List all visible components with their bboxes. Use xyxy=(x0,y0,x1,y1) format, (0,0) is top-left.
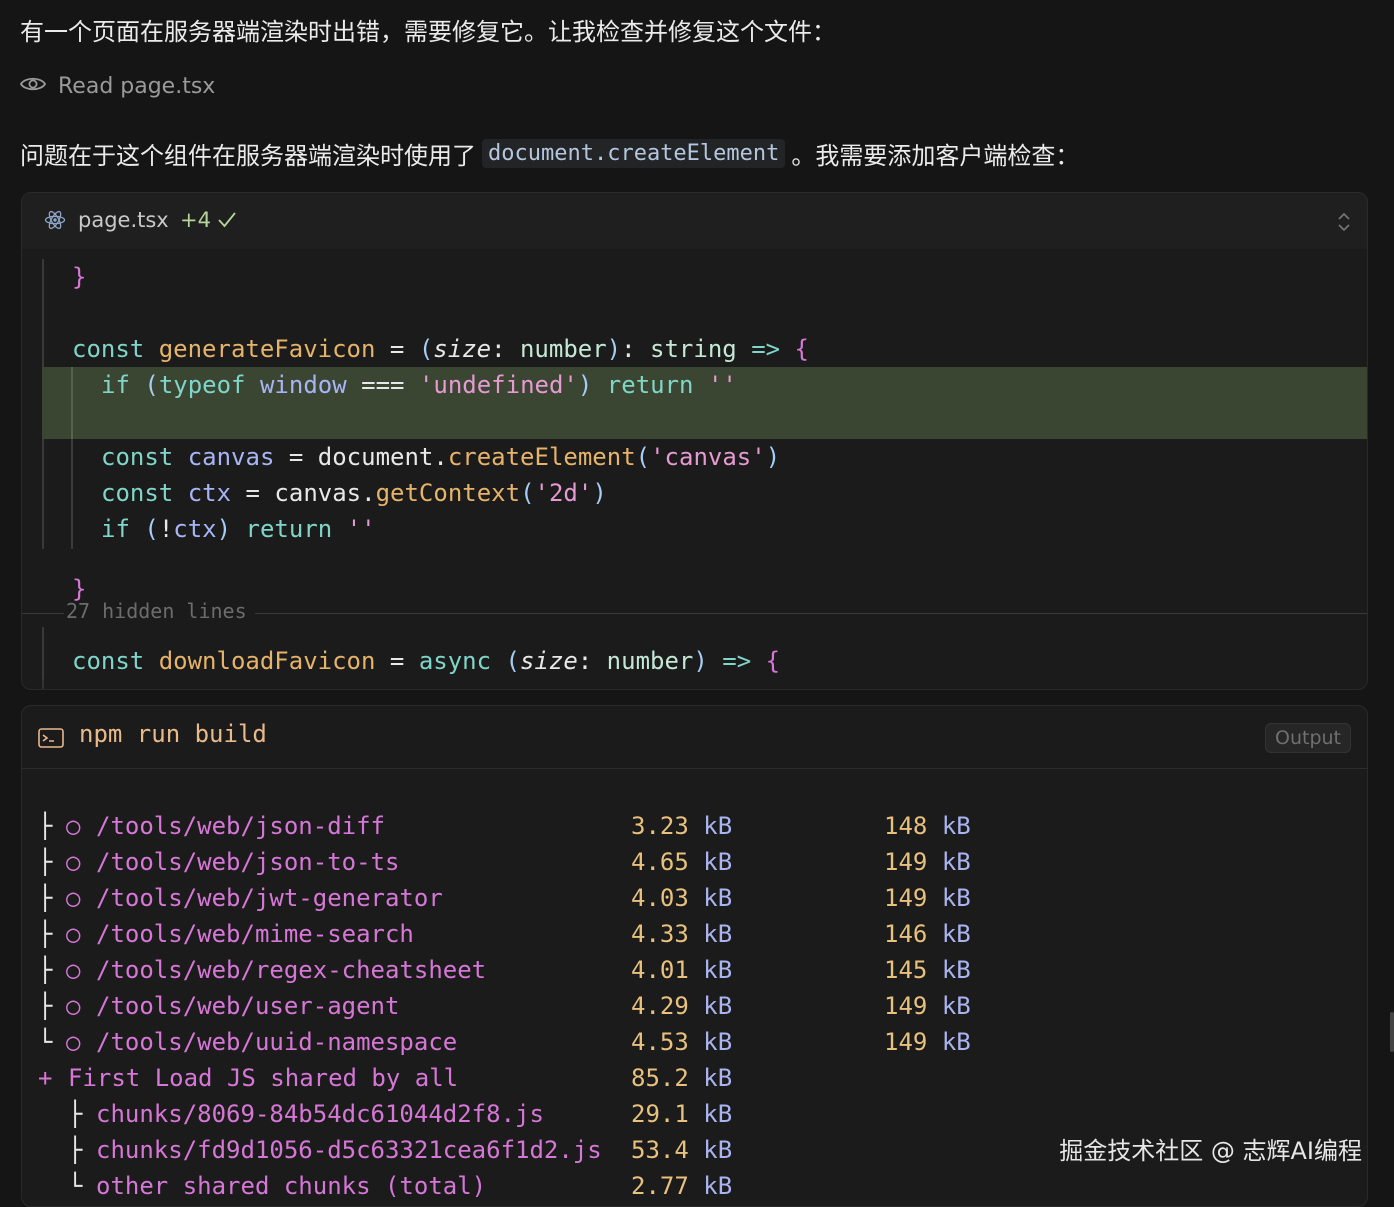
read-file-action[interactable]: Read page.tsx xyxy=(19,74,216,99)
route-row: ├ ○/tools/web/mime-search 4.33 kB 146 kB xyxy=(22,880,1367,948)
check-icon xyxy=(217,211,237,233)
assistant-message-intro: 有一个页面在服务器端渲染时出错，需要修复它。让我检查并修复这个文件： xyxy=(20,18,836,46)
chunk-row: ├ chunks/fd9d1056-d5c63321cea6f1d2.js 53.4… xyxy=(22,1096,1367,1164)
shared-js-row: + First Load JS shared by all 85.2 kB xyxy=(22,1024,1367,1092)
scrollbar-thumb[interactable] xyxy=(1390,1012,1394,1052)
terminal-command: npm run build xyxy=(79,720,267,748)
assistant-message-explanation: 问题在于这个组件在服务器端渲染时使用了 document.createEleme… xyxy=(20,136,1079,171)
code-line: } xyxy=(72,575,87,603)
terminal-header: npm run build Output xyxy=(22,706,1367,769)
code-line-added: if (typeof window === 'undefined') retur… xyxy=(101,371,737,399)
chunk-name: other shared chunks (total) xyxy=(96,1172,487,1200)
explanation-text-before: 问题在于这个组件在服务器端渲染时使用了 xyxy=(20,142,476,170)
code-line: } xyxy=(72,263,87,291)
chunk-row: ├ chunks/8069-84b54dc61044d2f8.js 29.1 kB xyxy=(22,1060,1367,1128)
expand-collapse-icon[interactable] xyxy=(1337,211,1351,237)
chunk-size: 2.77 kB xyxy=(631,1172,733,1200)
code-diff-body: } const generateFavicon = (size: number)… xyxy=(22,249,1367,689)
explanation-text-after: 。我需要添加客户端检查： xyxy=(791,142,1080,170)
route-row: ├ ○/tools/web/json-diff 3.23 kB 148 kB xyxy=(22,772,1367,840)
code-line: if (!ctx) return '' xyxy=(101,515,376,543)
indent-guide xyxy=(71,367,73,439)
read-action-label: Read page.tsx xyxy=(58,74,216,99)
code-fade-overlay xyxy=(22,679,1367,689)
react-icon xyxy=(44,209,66,235)
terminal-icon xyxy=(38,728,64,752)
watermark: 掘金技术社区 @ 志辉AI编程 xyxy=(1059,1137,1362,1165)
code-line: const ctx = canvas.getContext('2d') xyxy=(101,479,607,507)
route-row: ├ ○/tools/web/json-to-ts 4.65 kB 149 kB xyxy=(22,808,1367,876)
code-edit-panel: page.tsx +4 } const generateFavicon = (s… xyxy=(21,192,1368,690)
code-line: const downloadFavicon = async (size: num… xyxy=(72,647,781,675)
route-row: ├ ○/tools/web/jwt-generator 4.03 kB 149 kB xyxy=(22,844,1367,912)
code-line: const canvas = document.createElement('c… xyxy=(101,443,781,471)
output-button[interactable]: Output xyxy=(1265,723,1351,753)
route-row: ├ ○/tools/web/regex-cheatsheet 4.01 kB 145 … xyxy=(22,916,1367,984)
diff-count-badge: +4 xyxy=(180,208,211,232)
eye-icon xyxy=(19,74,47,99)
route-row: └ ○/tools/web/uuid-namespace 4.53 kB 149 kB xyxy=(22,988,1367,1056)
file-name[interactable]: page.tsx xyxy=(78,208,169,232)
inline-code: document.createElement xyxy=(482,139,786,168)
code-panel-header[interactable]: page.tsx +4 xyxy=(22,193,1367,249)
tree-glyph: └ xyxy=(68,1172,83,1200)
route-row: ├ ○/tools/web/user-agent 4.29 kB 149 kB xyxy=(22,952,1367,1020)
code-line: const generateFavicon = (size: number): … xyxy=(72,335,809,363)
